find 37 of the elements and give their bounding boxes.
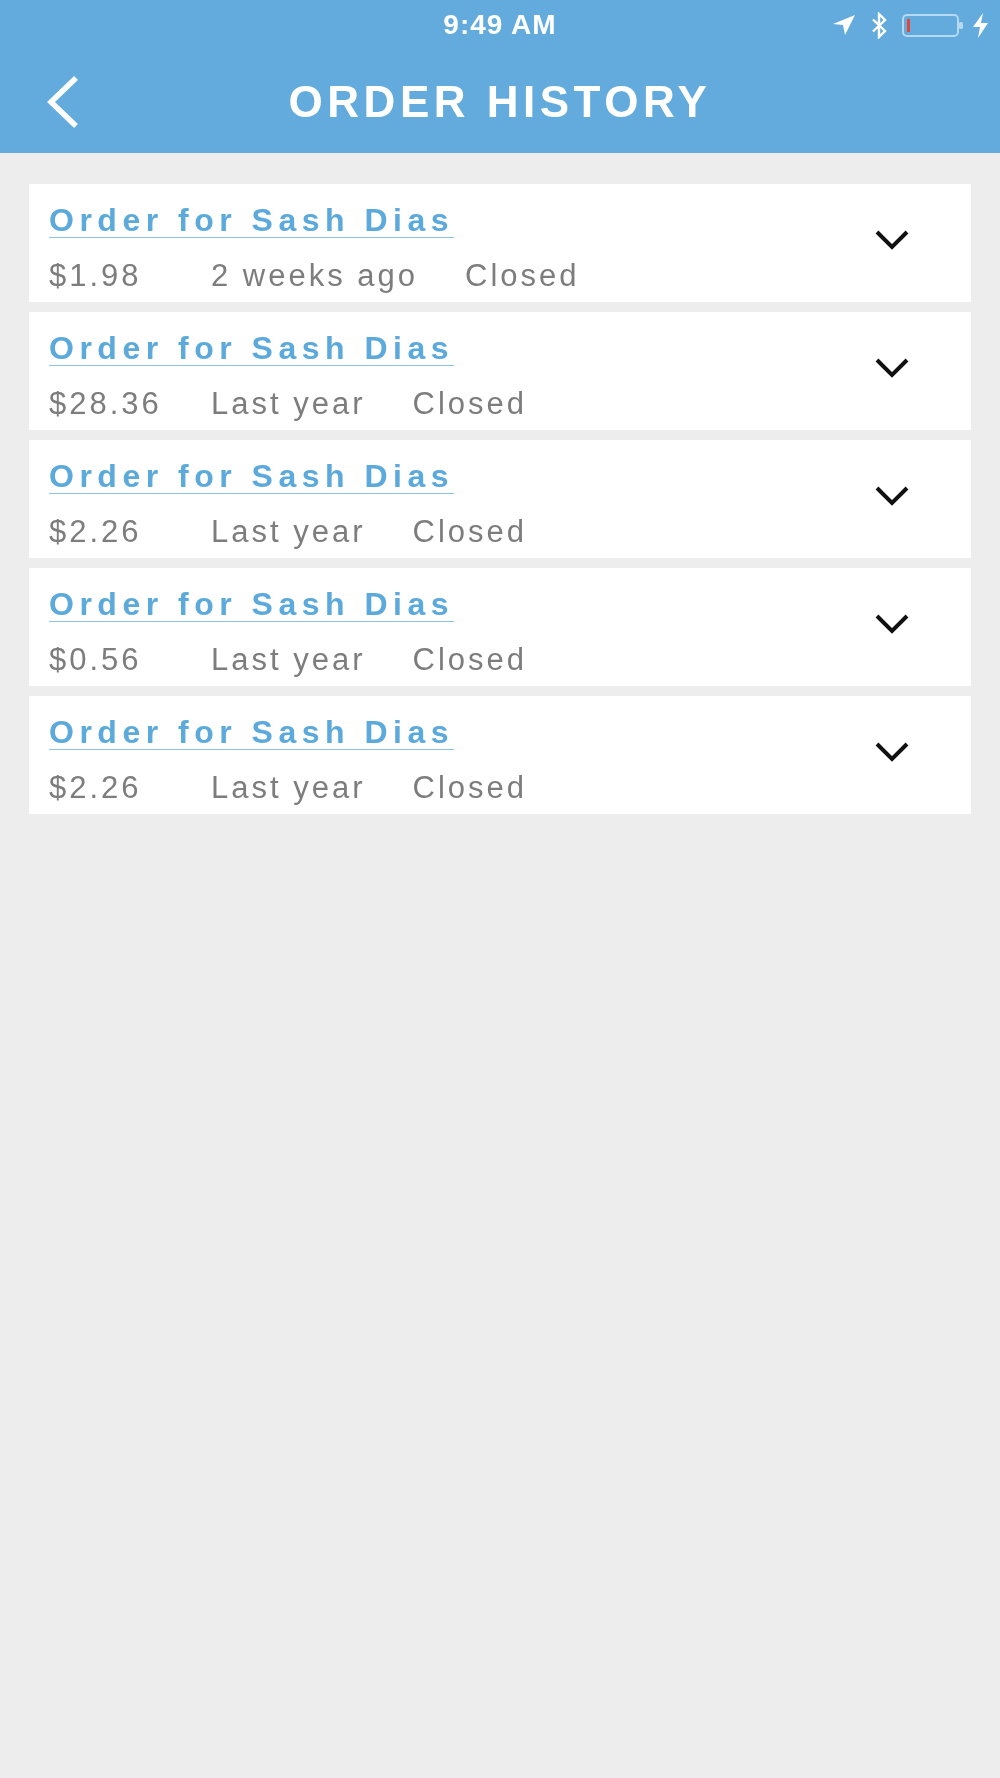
chevron-down-icon[interactable] [874, 613, 910, 635]
order-status: Closed [412, 387, 527, 421]
order-date: Last year [211, 643, 366, 677]
order-card[interactable]: Order for Sash Dias $0.56 Last year Closed [29, 568, 971, 686]
order-date: Last year [211, 771, 366, 805]
location-arrow-icon [833, 15, 855, 35]
order-title-link[interactable]: Order for Sash Dias [49, 331, 455, 366]
order-date: Last year [211, 387, 366, 421]
status-time: 9:49 AM [443, 9, 557, 41]
order-date: Last year [211, 515, 366, 549]
order-card[interactable]: Order for Sash Dias $2.26 Last year Closed [29, 440, 971, 558]
order-status: Closed [412, 515, 527, 549]
order-card[interactable]: Order for Sash Dias $1.98 2 weeks ago Closed [29, 184, 971, 302]
order-amount: $0.56 [49, 643, 143, 677]
order-amount: $2.26 [49, 515, 143, 549]
chevron-down-icon[interactable] [874, 357, 910, 379]
charging-bolt-icon [973, 12, 988, 38]
bluetooth-icon [871, 11, 887, 39]
order-card[interactable]: Order for Sash Dias $2.26 Last year Closed [29, 696, 971, 814]
chevron-down-icon[interactable] [874, 229, 910, 251]
order-date: 2 weeks ago [211, 259, 419, 293]
order-amount: $28.36 [49, 387, 163, 421]
chevron-down-icon[interactable] [874, 485, 910, 507]
order-title-link[interactable]: Order for Sash Dias [49, 715, 455, 750]
order-status: Closed [412, 771, 527, 805]
chevron-left-icon [47, 74, 79, 129]
order-status: Closed [465, 259, 580, 293]
order-card[interactable]: Order for Sash Dias $28.36 Last year Closed [29, 312, 971, 430]
order-title-link[interactable]: Order for Sash Dias [49, 203, 455, 238]
order-amount: $1.98 [49, 259, 143, 293]
page-title: ORDER HISTORY [288, 76, 712, 127]
order-status: Closed [412, 643, 527, 677]
chevron-down-icon[interactable] [874, 741, 910, 763]
order-title-link[interactable]: Order for Sash Dias [49, 587, 455, 622]
order-title-link[interactable]: Order for Sash Dias [49, 459, 455, 494]
order-amount: $2.26 [49, 771, 143, 805]
battery-icon [902, 13, 963, 37]
